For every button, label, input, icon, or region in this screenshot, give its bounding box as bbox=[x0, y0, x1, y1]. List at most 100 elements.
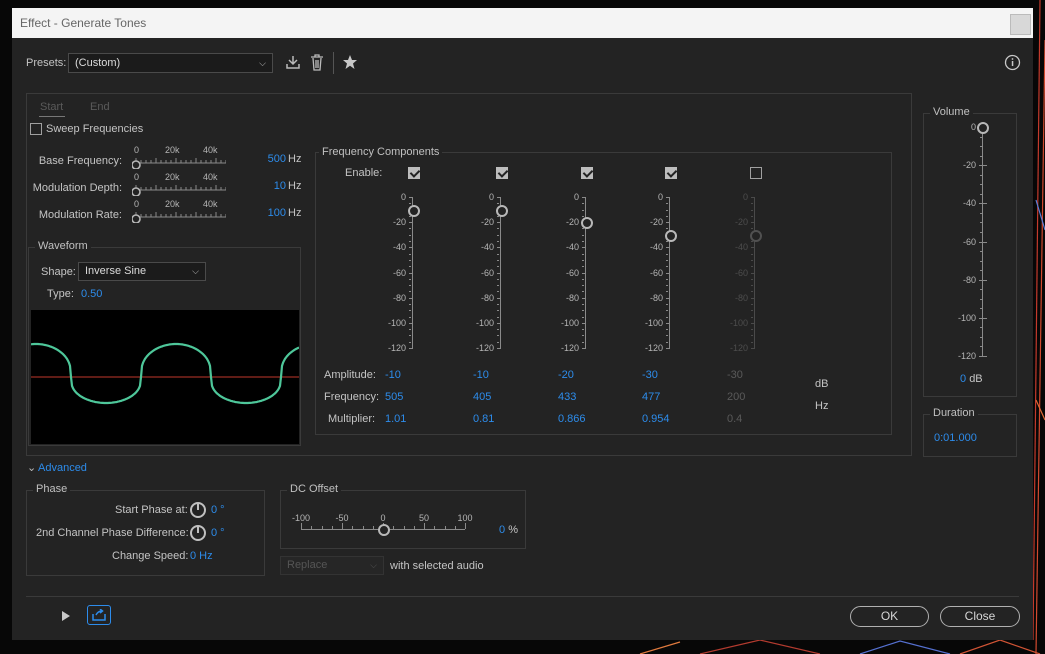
amplitude-tick bbox=[497, 222, 501, 224]
volume-scale-label: 0 bbox=[970, 122, 976, 132]
advanced-toggle[interactable]: Advanced bbox=[38, 462, 87, 474]
amplitude-tick bbox=[666, 197, 670, 198]
play-icon[interactable] bbox=[61, 610, 71, 622]
dc-offset-readout: 0 % bbox=[499, 524, 518, 536]
volume-tick bbox=[980, 231, 982, 233]
amplitude-scale-label: -120 bbox=[475, 343, 494, 353]
amplitude-tick bbox=[582, 297, 586, 299]
frequency-value-2[interactable]: 405 bbox=[473, 391, 491, 403]
modulation-rate-slider[interactable] bbox=[132, 211, 226, 223]
modulation-rate-number[interactable]: 100 bbox=[268, 207, 286, 219]
amplitude-tick bbox=[409, 335, 411, 337]
amplitude-slider-knob-4[interactable] bbox=[665, 229, 677, 242]
channel-phase-diff-value[interactable]: 0 ° bbox=[211, 527, 225, 539]
tab-end[interactable]: End bbox=[90, 101, 110, 113]
start-phase-dial[interactable] bbox=[190, 502, 206, 518]
amplitude-tick bbox=[582, 266, 584, 268]
enable-checkbox-1[interactable] bbox=[408, 167, 420, 179]
dc-offset-group bbox=[280, 490, 526, 549]
title-bar: Effect - Generate Tones bbox=[12, 8, 1033, 38]
enable-checkbox-3[interactable] bbox=[581, 167, 593, 179]
frequency-value-3[interactable]: 433 bbox=[558, 391, 576, 403]
modulation-depth-slider[interactable] bbox=[132, 184, 226, 196]
frequency-value-4[interactable]: 477 bbox=[642, 391, 660, 403]
change-speed-value[interactable]: 0 Hz bbox=[190, 550, 213, 562]
mix-mode-suffix: with selected audio bbox=[390, 560, 484, 572]
dc-offset-slider-knob[interactable] bbox=[378, 524, 390, 536]
tab-start[interactable]: Start bbox=[40, 101, 63, 113]
channel-phase-diff-dial[interactable] bbox=[190, 525, 206, 541]
amplitude-tick bbox=[751, 303, 753, 305]
modulation-depth-unit: Hz bbox=[288, 180, 302, 192]
base-frequency-number[interactable]: 500 bbox=[268, 153, 286, 165]
base-frequency-tick: 0 bbox=[134, 145, 140, 155]
presets-label: Presets: bbox=[26, 57, 67, 69]
duration-value[interactable]: 0:01.000 bbox=[934, 432, 977, 444]
window-close-button[interactable] bbox=[1010, 14, 1031, 35]
enable-checkbox-2[interactable] bbox=[496, 167, 508, 179]
volume-tick bbox=[980, 222, 982, 224]
frequency-value-5[interactable]: 200 bbox=[727, 391, 745, 403]
favorite-star-icon[interactable] bbox=[342, 54, 358, 70]
ok-button[interactable]: OK bbox=[850, 606, 929, 627]
dc-offset-tick bbox=[342, 523, 343, 529]
frequency-value-1[interactable]: 505 bbox=[385, 391, 403, 403]
amplitude-tick bbox=[497, 241, 499, 243]
amplitude-tick bbox=[497, 278, 499, 280]
modulation-depth-tick: 0 bbox=[134, 172, 140, 182]
amplitude-scale-label: -40 bbox=[392, 242, 406, 253]
close-button[interactable]: Close bbox=[940, 606, 1020, 627]
modulation-depth-tick: 40k bbox=[203, 172, 218, 182]
amplitude-tick bbox=[751, 228, 753, 230]
amplitude-value-5[interactable]: -30 bbox=[727, 369, 743, 381]
type-value[interactable]: 0.50 bbox=[81, 288, 102, 300]
amplitude-tick bbox=[497, 322, 501, 324]
modulation-depth-number[interactable]: 10 bbox=[274, 180, 286, 192]
amplitude-tick bbox=[751, 297, 755, 299]
amplitude-slider-knob-5[interactable] bbox=[750, 229, 762, 242]
amplitude-value-2[interactable]: -10 bbox=[473, 369, 489, 381]
modulation-rate-unit: Hz bbox=[288, 207, 302, 219]
multiplier-value-3[interactable]: 0.866 bbox=[558, 413, 586, 425]
amplitude-tick bbox=[751, 348, 755, 349]
amplitude-slider-knob-1[interactable] bbox=[408, 204, 420, 217]
trash-icon[interactable] bbox=[310, 54, 324, 71]
shape-select[interactable]: Inverse Sine ⌵ bbox=[78, 262, 206, 281]
base-frequency-slider[interactable] bbox=[132, 157, 226, 169]
type-label: Type: bbox=[47, 288, 74, 300]
enable-checkbox-5[interactable] bbox=[750, 167, 762, 179]
info-icon[interactable] bbox=[1004, 54, 1021, 71]
shape-label: Shape: bbox=[41, 266, 76, 278]
amplitude-value-3[interactable]: -20 bbox=[558, 369, 574, 381]
enable-checkbox-4[interactable] bbox=[665, 167, 677, 179]
amplitude-value-1[interactable]: -10 bbox=[385, 369, 401, 381]
amplitude-value-4[interactable]: -30 bbox=[642, 369, 658, 381]
amplitude-tick bbox=[497, 253, 499, 255]
volume-value[interactable]: 0 bbox=[960, 373, 966, 385]
volume-slider-track[interactable] bbox=[982, 127, 983, 356]
presets-select[interactable]: (Custom) ⌵ bbox=[68, 53, 273, 73]
amplitude-tick bbox=[751, 203, 753, 205]
download-preset-icon[interactable] bbox=[285, 54, 301, 70]
multiplier-value-1[interactable]: 1.01 bbox=[385, 413, 406, 425]
amplitude-tick bbox=[582, 241, 584, 243]
multiplier-value-4[interactable]: 0.954 bbox=[642, 413, 670, 425]
dc-offset-tick bbox=[444, 526, 446, 529]
amplitude-slider-knob-2[interactable] bbox=[496, 204, 508, 217]
loop-button[interactable] bbox=[87, 605, 111, 625]
mix-mode-select[interactable]: Replace ⌵ bbox=[280, 556, 384, 575]
dc-offset-tick bbox=[311, 526, 313, 529]
volume-tick bbox=[980, 279, 982, 281]
volume-tick bbox=[980, 308, 982, 310]
start-phase-value[interactable]: 0 ° bbox=[211, 504, 225, 516]
amplitude-tick bbox=[409, 197, 413, 198]
sweep-frequencies-checkbox[interactable] bbox=[30, 123, 42, 135]
multiplier-value-2[interactable]: 0.81 bbox=[473, 413, 494, 425]
amplitude-tick bbox=[666, 228, 668, 230]
advanced-chevron-icon[interactable]: ⌄ bbox=[27, 461, 36, 474]
amplitude-tick bbox=[409, 303, 411, 305]
dc-offset-value[interactable]: 0 bbox=[499, 524, 505, 536]
amplitude-tick bbox=[497, 197, 501, 198]
volume-slider-knob[interactable] bbox=[977, 122, 989, 134]
multiplier-value-5[interactable]: 0.4 bbox=[727, 413, 742, 425]
